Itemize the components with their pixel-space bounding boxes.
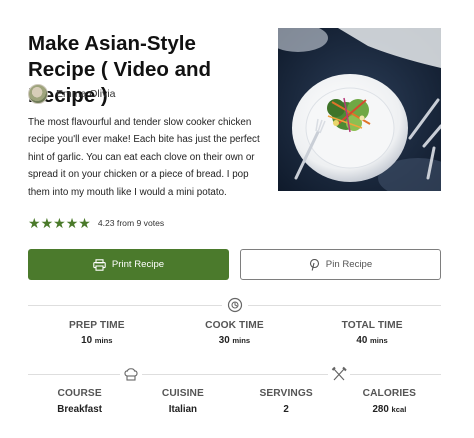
pin-recipe-label: Pin Recipe [325, 259, 373, 270]
star-icon[interactable]: ★ [28, 216, 41, 230]
recipe-rating[interactable]: ★ ★ ★ ★ ★ 4.23 from 9 votes [28, 216, 164, 230]
cook-time-label: COOK TIME [205, 320, 264, 331]
recipe-description: The most flavourful and tender slow cook… [28, 117, 260, 198]
star-rating[interactable]: ★ ★ ★ ★ ★ [28, 216, 91, 230]
prep-time: PREP TIME 10 mins [28, 320, 166, 346]
star-icon[interactable]: ★ [53, 216, 66, 230]
total-time-value: 40 mins [356, 335, 388, 346]
star-icon[interactable]: ★ [78, 216, 91, 230]
total-time-label: TOTAL TIME [341, 320, 403, 331]
calories-label: CALORIES [362, 388, 417, 399]
calories: CALORIES 280 kcal [338, 388, 441, 415]
cook-time: COOK TIME 30 mins [166, 320, 304, 346]
course-value[interactable]: Breakfast [28, 404, 131, 415]
servings: SERVINGS 2 [235, 388, 338, 415]
utensils-icon [328, 364, 350, 384]
author-name[interactable]: Emma Olivia [56, 88, 116, 100]
cuisine: CUISINE Italian [131, 388, 234, 415]
prep-time-value: 10 mins [81, 335, 113, 346]
pinterest-icon [309, 258, 319, 271]
servings-label: SERVINGS [259, 388, 313, 399]
printer-icon [93, 258, 106, 271]
star-icon[interactable]: ★ [41, 216, 54, 230]
recipe-info: COURSE Breakfast CUISINE Italian SERVING… [28, 388, 441, 415]
cook-time-value: 30 mins [218, 335, 251, 346]
cuisine-value[interactable]: Italian [131, 404, 234, 415]
servings-value[interactable]: 2 [235, 404, 338, 415]
course: COURSE Breakfast [28, 388, 131, 415]
total-time: TOTAL TIME 40 mins [303, 320, 441, 346]
rating-summary: 4.23 from 9 votes [97, 218, 165, 228]
calories-value: 280 kcal [372, 404, 407, 415]
print-recipe-label: Print Recipe [111, 259, 165, 270]
pin-recipe-button[interactable]: Pin Recipe [240, 249, 441, 280]
recipe-times: PREP TIME 10 mins COOK TIME 30 mins TOTA… [28, 320, 441, 346]
avatar [28, 84, 48, 104]
cuisine-label: CUISINE [161, 388, 204, 399]
timer-icon [222, 296, 248, 314]
star-icon[interactable]: ★ [66, 216, 79, 230]
divider [28, 374, 441, 375]
chef-hat-icon [120, 364, 142, 384]
print-recipe-button[interactable]: Print Recipe [28, 249, 229, 280]
recipe-photo [278, 28, 441, 191]
prep-time-label: PREP TIME [69, 320, 125, 331]
course-label: COURSE [57, 388, 102, 399]
recipe-card: Make Asian-Style Recipe ( Video and Reci… [0, 0, 474, 438]
recipe-author: Emma Olivia [28, 84, 116, 104]
